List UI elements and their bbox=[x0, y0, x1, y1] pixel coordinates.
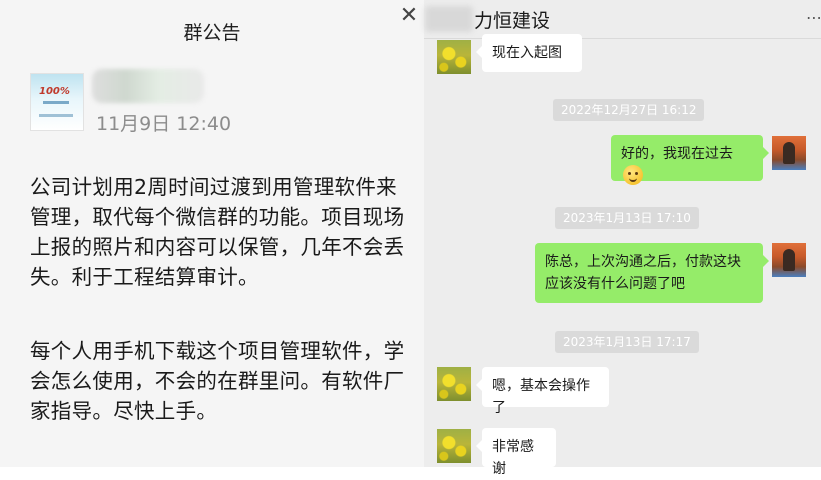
incoming-message[interactable]: 嗯，基本会操作了 bbox=[476, 367, 609, 416]
avatar-decoration bbox=[39, 114, 73, 117]
avatar-text: 100% bbox=[39, 86, 70, 97]
contact-avatar[interactable] bbox=[437, 429, 471, 463]
avatar-figure bbox=[783, 249, 795, 271]
chat-name-blurred bbox=[425, 6, 473, 32]
contact-avatar[interactable] bbox=[437, 367, 471, 401]
announcement-panel: 群公告 100% 11月9日 12:40 公司计划用2周时间过渡到用管理软件来管… bbox=[0, 0, 424, 467]
announcement-date: 11月9日 12:40 bbox=[96, 113, 232, 135]
incoming-message[interactable]: 现在入起图 bbox=[476, 34, 582, 72]
announcement-title: 群公告 bbox=[183, 22, 241, 44]
more-icon[interactable]: ⋯ bbox=[806, 8, 821, 28]
smile-emoji-icon bbox=[623, 165, 643, 185]
outgoing-message[interactable]: 好的，我现在过去 bbox=[611, 135, 769, 185]
avatar-decoration bbox=[43, 101, 69, 104]
chat-scrollbar[interactable] bbox=[816, 40, 821, 467]
timestamp: 2023年1月13日 17:17 bbox=[555, 331, 699, 353]
timestamp: 2022年12月27日 16:12 bbox=[553, 99, 705, 121]
self-avatar[interactable] bbox=[772, 136, 806, 170]
announcer-name-blurred bbox=[92, 69, 204, 103]
outgoing-message[interactable]: 陈总，上次沟通之后，付款这块应该没有什么问题了吧 bbox=[535, 243, 769, 303]
announcer-avatar[interactable]: 100% bbox=[30, 73, 84, 131]
incoming-message[interactable]: 非常感谢 bbox=[476, 428, 556, 477]
message-text: 好的，我现在过去 bbox=[621, 146, 733, 162]
timestamp: 2023年1月13日 17:10 bbox=[555, 207, 699, 229]
self-avatar[interactable] bbox=[772, 243, 806, 277]
announcement-paragraph: 公司计划用2周时间过渡到用管理软件来管理，取代每个微信群的功能。项目现场上报的照… bbox=[30, 175, 405, 289]
contact-avatar[interactable] bbox=[437, 40, 471, 74]
announcement-paragraph: 每个人用手机下载这个项目管理软件，学会怎么使用，不会的在群里问。有软件厂家指导。… bbox=[30, 339, 405, 423]
close-icon[interactable]: ✕ bbox=[398, 3, 420, 29]
avatar-figure bbox=[783, 142, 795, 164]
chat-title: 力恒建设 bbox=[474, 10, 551, 32]
